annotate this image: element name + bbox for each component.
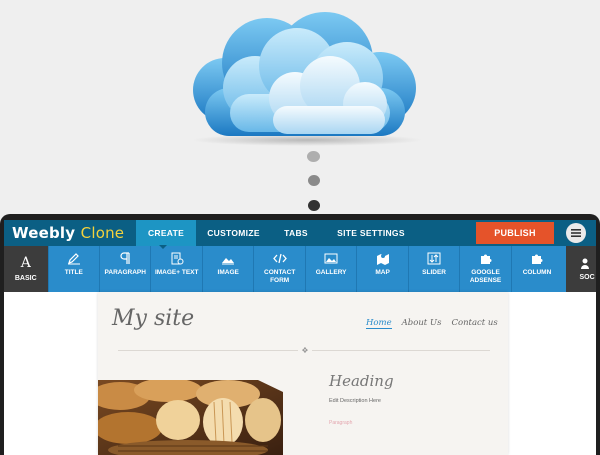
code-icon [272, 253, 287, 264]
tab-site-settings[interactable]: SITE SETTINGS [321, 220, 421, 246]
site-title[interactable]: My site [112, 306, 194, 331]
tool-map[interactable]: MAP [356, 246, 407, 292]
nav-link-home[interactable]: Home [366, 318, 392, 329]
basic-label: BASIC [14, 275, 37, 282]
image-text-icon [171, 252, 184, 265]
connector-dot [307, 151, 320, 162]
tool-label: SLIDER [422, 269, 446, 276]
text-a-icon: A [20, 255, 31, 271]
puzzle-icon [532, 254, 543, 264]
social-label: SOC [579, 274, 595, 281]
editor-screen: Weebly Clone CREATE CUSTOMIZE TABS SITE … [4, 220, 596, 455]
element-toolbar: A BASIC TITLE PARAGRAPH IMAGE+ TEXT IMAG… [4, 245, 596, 292]
divider-ornament: ❖ [298, 346, 312, 355]
tool-label: MAP [375, 269, 390, 276]
app-logo[interactable]: Weebly Clone [4, 224, 136, 242]
tool-column[interactable]: COLUMN [510, 246, 562, 292]
basic-category-button[interactable]: A BASIC [4, 246, 48, 292]
pilcrow-icon [120, 252, 130, 264]
tool-label: GOOGLE ADSENSE [469, 269, 502, 284]
tool-label: CONTACT FORM [264, 269, 296, 284]
site-nav: Home About Us Contact us [366, 318, 498, 329]
tool-label: TITLE [64, 269, 83, 276]
tool-label: IMAGE+ TEXT [154, 269, 199, 276]
tool-image[interactable]: IMAGE [201, 246, 253, 292]
logo-word-2: Clone [80, 224, 125, 242]
tool-google-adsense[interactable]: GOOGLE ADSENSE [459, 246, 510, 292]
tool-slider[interactable]: SLIDER [407, 246, 459, 292]
section-description[interactable]: Edit Description Here [329, 398, 381, 404]
pen-icon [67, 253, 80, 265]
active-tab-pointer [159, 245, 167, 249]
section-paragraph[interactable]: Paragraph [329, 420, 352, 426]
logo-word-1: Weebly [12, 224, 76, 242]
social-category-button[interactable]: SOC [566, 246, 596, 292]
tool-contact-form[interactable]: CONTACT FORM [253, 246, 304, 292]
nav-link-contact[interactable]: Contact us [451, 318, 497, 329]
gallery-icon [324, 253, 338, 264]
section-heading[interactable]: Heading [329, 372, 394, 390]
cloud-illustration [192, 12, 422, 146]
menu-button[interactable] [566, 223, 586, 243]
tool-title[interactable]: TITLE [47, 246, 99, 292]
users-icon [581, 258, 590, 269]
tool-label: COLUMN [522, 269, 552, 276]
bread-photo[interactable] [98, 380, 283, 455]
image-icon [222, 258, 235, 265]
puzzle-icon [480, 254, 492, 264]
list-icon [571, 229, 581, 237]
tool-gallery[interactable]: GALLERY [304, 246, 356, 292]
tab-create[interactable]: CREATE [136, 220, 196, 246]
editor-canvas: My site Home About Us Contact us ❖ Headi… [4, 292, 596, 455]
tool-label: IMAGE [217, 269, 239, 276]
tab-customize[interactable]: CUSTOMIZE [196, 220, 271, 246]
nav-link-about[interactable]: About Us [402, 318, 442, 329]
site-page-preview: My site Home About Us Contact us ❖ Headi… [98, 292, 508, 455]
connector-dot [308, 175, 320, 186]
map-icon [376, 254, 389, 265]
tool-label: GALLERY [315, 269, 347, 276]
device-frame: Weebly Clone CREATE CUSTOMIZE TABS SITE … [0, 214, 600, 455]
slider-icon [427, 252, 441, 265]
tool-label: PARAGRAPH [104, 269, 146, 276]
tool-paragraph[interactable]: PARAGRAPH [99, 246, 150, 292]
tool-image-text[interactable]: IMAGE+ TEXT [150, 246, 201, 292]
tab-tabs[interactable]: TABS [271, 220, 321, 246]
publish-button[interactable]: PUBLISH [476, 222, 554, 244]
top-bar: Weebly Clone CREATE CUSTOMIZE TABS SITE … [4, 220, 596, 246]
connector-dot [308, 200, 320, 211]
